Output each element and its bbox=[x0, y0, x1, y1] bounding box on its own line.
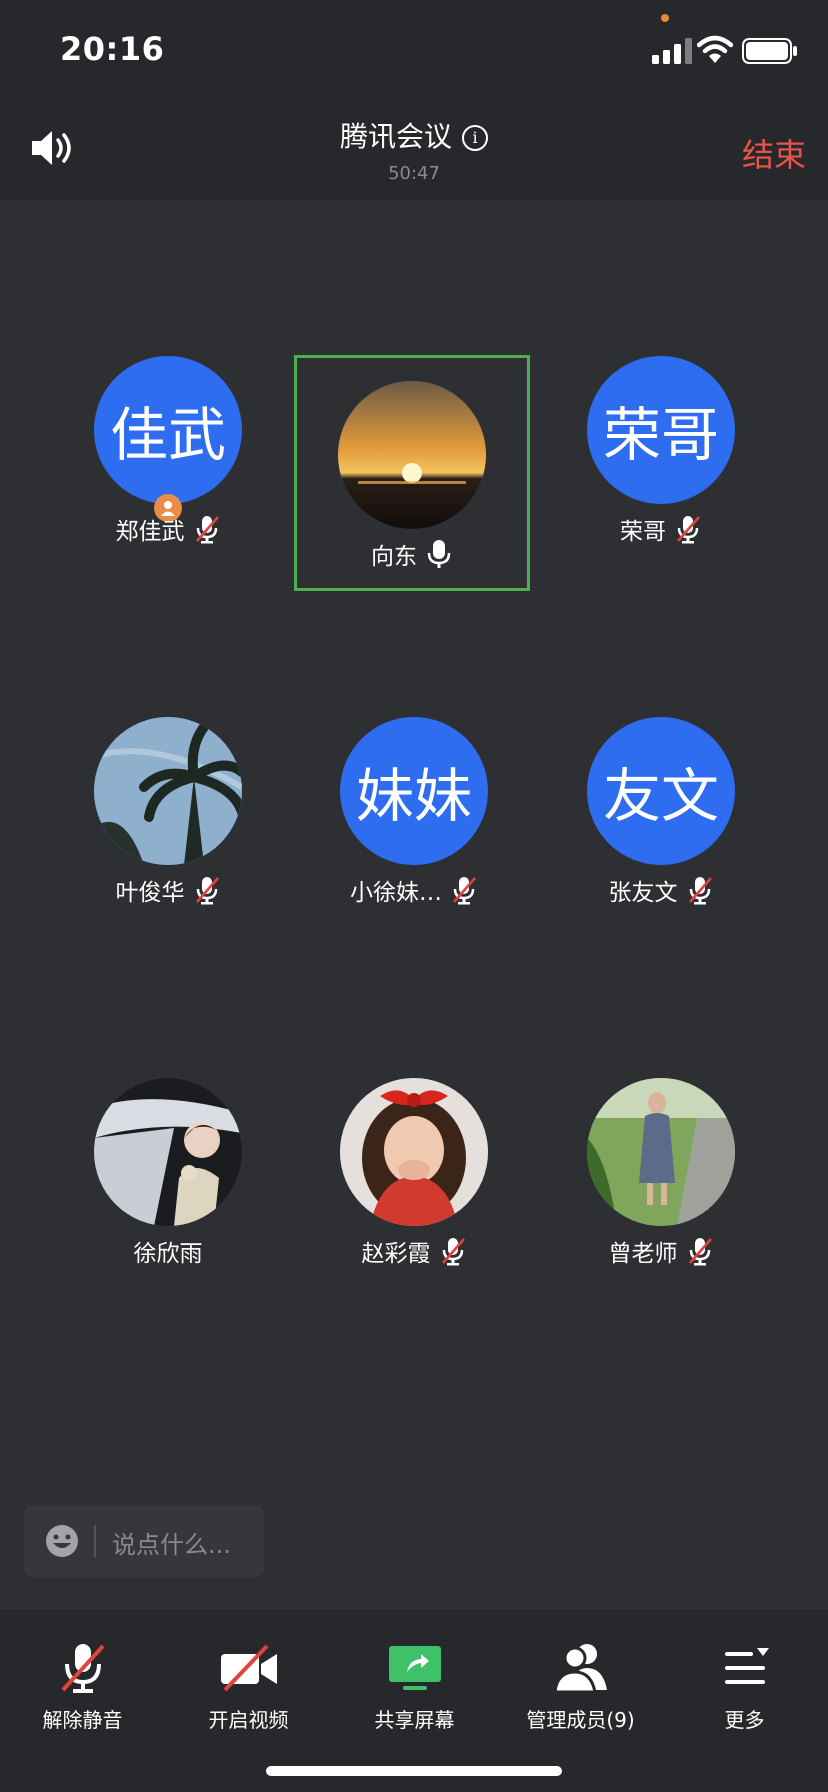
meeting-title[interactable]: 腾讯会议 bbox=[340, 120, 452, 153]
start-video-label: 开启视频 bbox=[208, 1708, 289, 1732]
home-indicator[interactable] bbox=[266, 1766, 562, 1776]
meeting-timer: 50:47 bbox=[388, 163, 440, 184]
share-screen-button[interactable]: 共享屏幕 bbox=[332, 1640, 497, 1740]
wifi-icon bbox=[697, 35, 733, 63]
avatar-girl-photo bbox=[340, 1078, 488, 1226]
avatar: 妹妹 bbox=[340, 717, 488, 865]
mic-muted-icon bbox=[688, 1238, 712, 1266]
participant-grid: 佳武 郑佳武 向东 荣哥 荣哥 叶俊华 妹妹 小徐妹… 友文 张友文 徐欣雨 赵… bbox=[0, 200, 828, 1500]
participant-tile[interactable]: 妹妹 小徐妹… bbox=[296, 691, 532, 927]
mic-active-icon bbox=[427, 540, 451, 568]
mic-muted-icon bbox=[195, 516, 219, 544]
participant-tile[interactable]: 曾老师 bbox=[543, 1052, 779, 1288]
start-video-button[interactable]: 开启视频 bbox=[166, 1640, 331, 1740]
participant-name: 叶俊华 bbox=[115, 880, 185, 906]
meeting-header: 腾讯会议 i 50:47 结束 bbox=[0, 95, 828, 200]
share-screen-icon bbox=[388, 1646, 441, 1690]
chat-divider bbox=[94, 1525, 96, 1557]
participant-name: 荣哥 bbox=[620, 519, 666, 545]
manage-members-label: 管理成员(9) bbox=[526, 1708, 635, 1732]
participant-name-row: 张友文 bbox=[543, 873, 779, 907]
end-meeting-button[interactable]: 结束 bbox=[742, 130, 806, 176]
emoji-icon[interactable] bbox=[44, 1523, 80, 1559]
participant-name: 张友文 bbox=[608, 880, 678, 906]
members-icon bbox=[552, 1644, 607, 1694]
chat-placeholder: 说点什么... bbox=[112, 1531, 231, 1559]
participant-name: 赵彩霞 bbox=[361, 1241, 431, 1267]
status-bar: 20:16 bbox=[0, 0, 828, 95]
participant-name: 郑佳武 bbox=[115, 519, 185, 545]
participant-name: 曾老师 bbox=[608, 1241, 678, 1267]
info-icon[interactable]: i bbox=[462, 125, 488, 151]
more-label: 更多 bbox=[724, 1708, 765, 1732]
participant-tile[interactable]: 友文 张友文 bbox=[543, 691, 779, 927]
participant-tile[interactable]: 佳武 郑佳武 bbox=[50, 330, 286, 566]
more-button[interactable]: 更多 bbox=[662, 1640, 827, 1740]
share-screen-label: 共享屏幕 bbox=[374, 1708, 455, 1732]
participant-name-row: 荣哥 bbox=[543, 512, 779, 546]
participant-name-row: 徐欣雨 bbox=[50, 1234, 286, 1268]
participant-tile[interactable]: 荣哥 荣哥 bbox=[543, 330, 779, 566]
participant-name-row: 小徐妹… bbox=[296, 873, 532, 907]
privacy-indicator-dot bbox=[661, 14, 669, 22]
title-wrap: 腾讯会议 i bbox=[0, 115, 828, 155]
more-menu-icon bbox=[724, 1648, 769, 1684]
participant-name: 向东 bbox=[371, 544, 417, 570]
participant-tile[interactable]: 赵彩霞 bbox=[296, 1052, 532, 1288]
mic-muted-icon bbox=[688, 877, 712, 905]
mic-muted-icon bbox=[61, 1644, 104, 1693]
bottom-toolbar: 解除静音 开启视频 共享屏幕 管理成员(9) 更多 bbox=[0, 1610, 828, 1792]
avatar-car-photo bbox=[94, 1078, 242, 1226]
status-time: 20:16 bbox=[60, 30, 165, 68]
mic-muted-icon bbox=[195, 877, 219, 905]
unmute-label: 解除静音 bbox=[42, 1708, 123, 1732]
participant-name: 小徐妹… bbox=[350, 880, 442, 906]
avatar-palm-photo bbox=[94, 717, 242, 865]
chat-input[interactable]: 说点什么... bbox=[24, 1505, 264, 1577]
video-off-icon bbox=[220, 1644, 277, 1692]
participant-tile[interactable]: 叶俊华 bbox=[50, 691, 286, 927]
avatar-sunset-photo bbox=[338, 381, 486, 529]
participant-name-row: 郑佳武 bbox=[50, 512, 286, 546]
participant-name-row: 叶俊华 bbox=[50, 873, 286, 907]
mic-muted-icon bbox=[453, 877, 476, 905]
avatar: 友文 bbox=[587, 717, 735, 865]
participant-name-row: 曾老师 bbox=[543, 1234, 779, 1268]
avatar-garden-photo bbox=[587, 1078, 735, 1226]
cellular-signal-icon bbox=[652, 38, 692, 64]
mic-muted-icon bbox=[441, 1238, 465, 1266]
avatar: 佳武 bbox=[94, 356, 242, 504]
participant-name: 徐欣雨 bbox=[133, 1241, 203, 1267]
mic-muted-icon bbox=[677, 516, 700, 544]
participant-name-row: 向东 bbox=[294, 537, 530, 571]
battery-icon bbox=[742, 38, 797, 64]
manage-members-button[interactable]: 管理成员(9) bbox=[498, 1640, 663, 1740]
participant-tile[interactable]: 徐欣雨 bbox=[50, 1052, 286, 1288]
avatar: 荣哥 bbox=[587, 356, 735, 504]
participant-tile-active-speaker[interactable]: 向东 bbox=[294, 355, 530, 591]
participant-name-row: 赵彩霞 bbox=[296, 1234, 532, 1268]
unmute-button[interactable]: 解除静音 bbox=[0, 1640, 165, 1740]
